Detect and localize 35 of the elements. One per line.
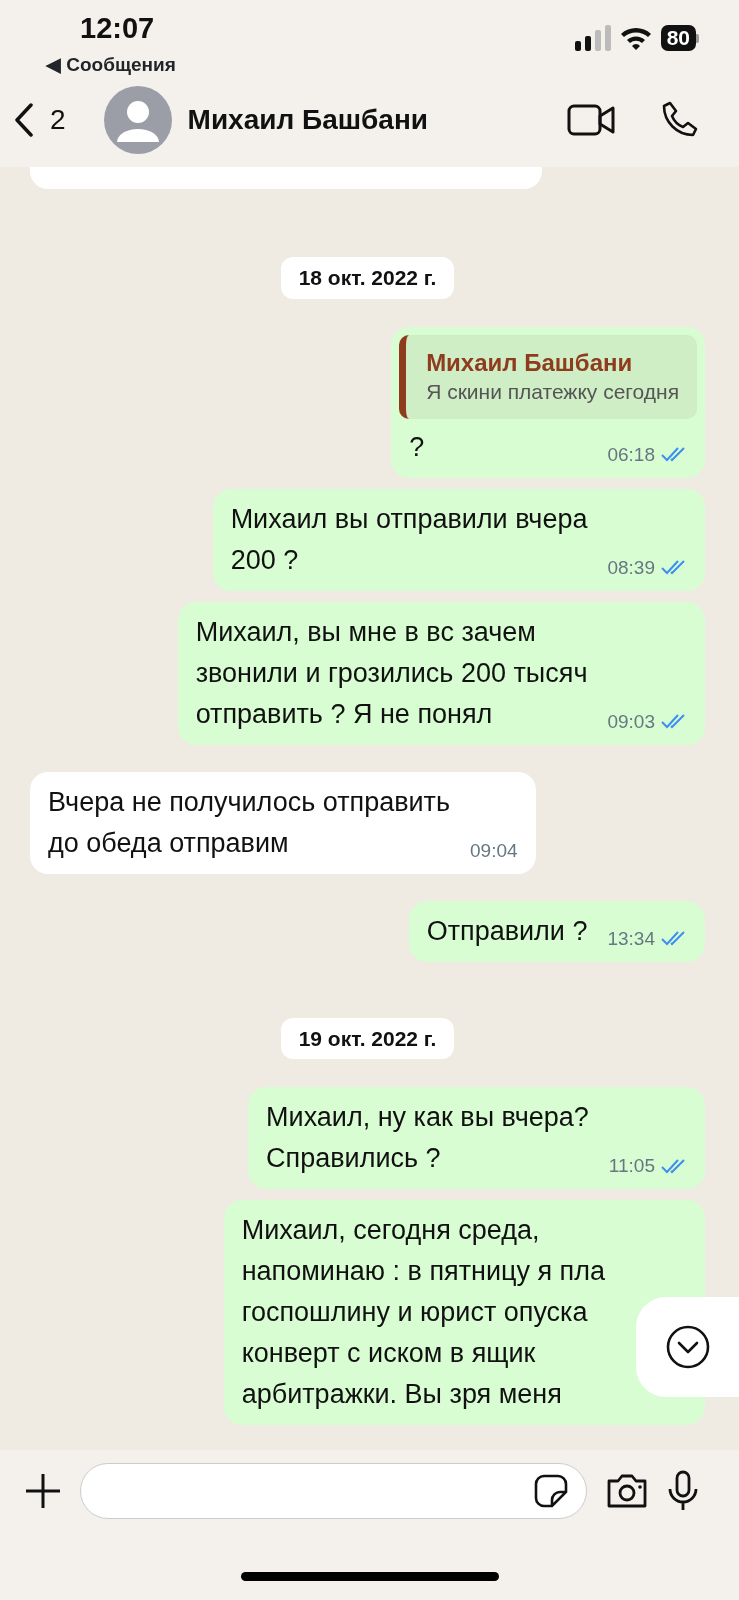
message-text: Михаил, сегодня среда, напоминаю : в пятницу я пла госпошлину и юрист опуска конверт с иском в ящик арбитражки. Вы зря меня (241, 1214, 605, 1412)
message-text: ? (409, 431, 425, 464)
quoted-text: Я скини платежку сегодня (426, 378, 679, 405)
message-time: 11:05 (608, 1156, 655, 1176)
signal-icon (574, 25, 611, 51)
quoted-author: Михаил Башбани (426, 347, 634, 378)
camera-icon[interactable] (605, 1473, 649, 1509)
message-text: Михаил, вы мне в вс зачем звонили и грозились 200 тысяч отправить ? Я не понял (195, 616, 588, 731)
battery-icon: 80 (660, 25, 699, 51)
scroll-down-button[interactable] (636, 1297, 739, 1397)
status-time: 12:07 (80, 14, 156, 43)
message-text: Михаил вы отправили вчера 200 ? (230, 503, 588, 577)
message-text: Отправили ? (426, 915, 588, 948)
avatar[interactable] (103, 85, 172, 154)
message-input-field[interactable] (80, 1463, 587, 1519)
plus-icon[interactable] (24, 1472, 62, 1510)
chevron-down-circle-icon (664, 1324, 711, 1370)
message-time: 09:03 (607, 712, 655, 731)
date-label: 19 окт. 2022 г. (280, 1018, 455, 1060)
message-text: Вчера не получилось отправить до обеда отправим (48, 786, 451, 860)
chevron-left-icon (14, 102, 34, 137)
message-time: 08:39 (607, 558, 655, 577)
message-time: 06:18 (607, 445, 655, 464)
back-to-app-link[interactable]: ◀ Сообщения (46, 51, 176, 80)
quoted-message[interactable]: Михаил Башбани Я скини платежку сегодня (399, 334, 697, 419)
message-time: 09:04 (470, 841, 518, 860)
video-camera-icon[interactable] (567, 102, 615, 137)
contact-name[interactable]: Михаил Башбани (187, 98, 429, 141)
back-button[interactable]: 2 (14, 98, 66, 141)
sticker-icon[interactable] (534, 1474, 568, 1508)
microphone-icon[interactable] (667, 1470, 699, 1512)
message-time: 13:34 (607, 929, 655, 948)
message-text: Михаил, ну как вы вчера? Справились ? (266, 1101, 589, 1176)
date-label: 18 окт. 2022 г. (280, 257, 455, 299)
phone-icon[interactable] (661, 100, 699, 139)
